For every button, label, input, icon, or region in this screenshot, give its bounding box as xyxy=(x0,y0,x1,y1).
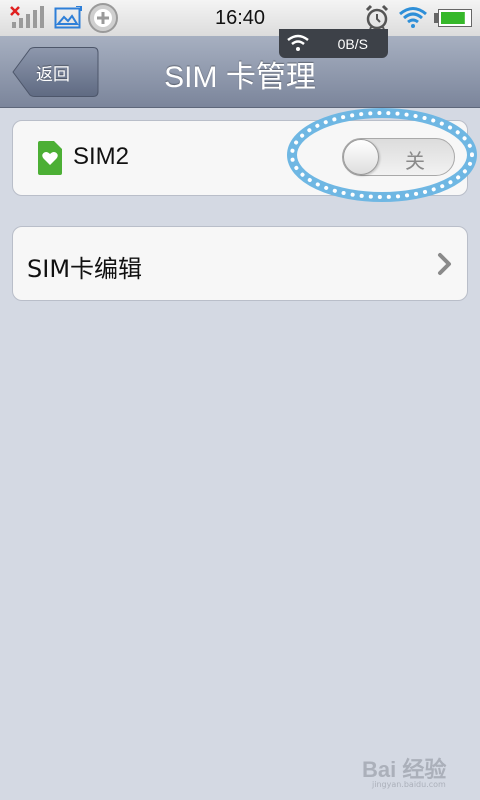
toggle-knob[interactable] xyxy=(343,139,379,175)
no-sim-signal-icon xyxy=(10,6,44,28)
status-bar: 16:40 xyxy=(0,0,480,36)
sim2-toggle[interactable]: 关 xyxy=(342,138,455,176)
battery-icon xyxy=(434,9,472,27)
sim2-label: SIM2 xyxy=(73,143,130,170)
alarm-icon xyxy=(365,4,389,30)
net-speed-indicator: 0B/S xyxy=(279,29,388,58)
baidu-watermark: Bai 经验 jingyan.baidu.com xyxy=(362,746,478,794)
nav-bar: 返回 SIM 卡管理 xyxy=(0,36,480,108)
sim-edit-row[interactable]: SIM卡编辑 xyxy=(12,226,468,301)
toggle-state-label: 关 xyxy=(405,149,425,173)
wifi-icon xyxy=(399,7,427,28)
image-notification-icon xyxy=(54,6,82,29)
net-speed-value: 0B/S xyxy=(337,36,368,52)
add-circle-icon xyxy=(88,3,118,33)
watermark-url: jingyan.baidu.com xyxy=(372,780,446,789)
chevron-right-icon xyxy=(438,253,451,275)
sim2-row: SIM2 关 xyxy=(12,120,468,196)
sim-edit-label: SIM卡编辑 xyxy=(27,255,143,283)
sim-card-icon xyxy=(38,141,62,175)
status-time: 16:40 xyxy=(214,7,266,29)
wifi-icon xyxy=(287,34,309,51)
page-title: SIM 卡管理 xyxy=(164,61,316,94)
